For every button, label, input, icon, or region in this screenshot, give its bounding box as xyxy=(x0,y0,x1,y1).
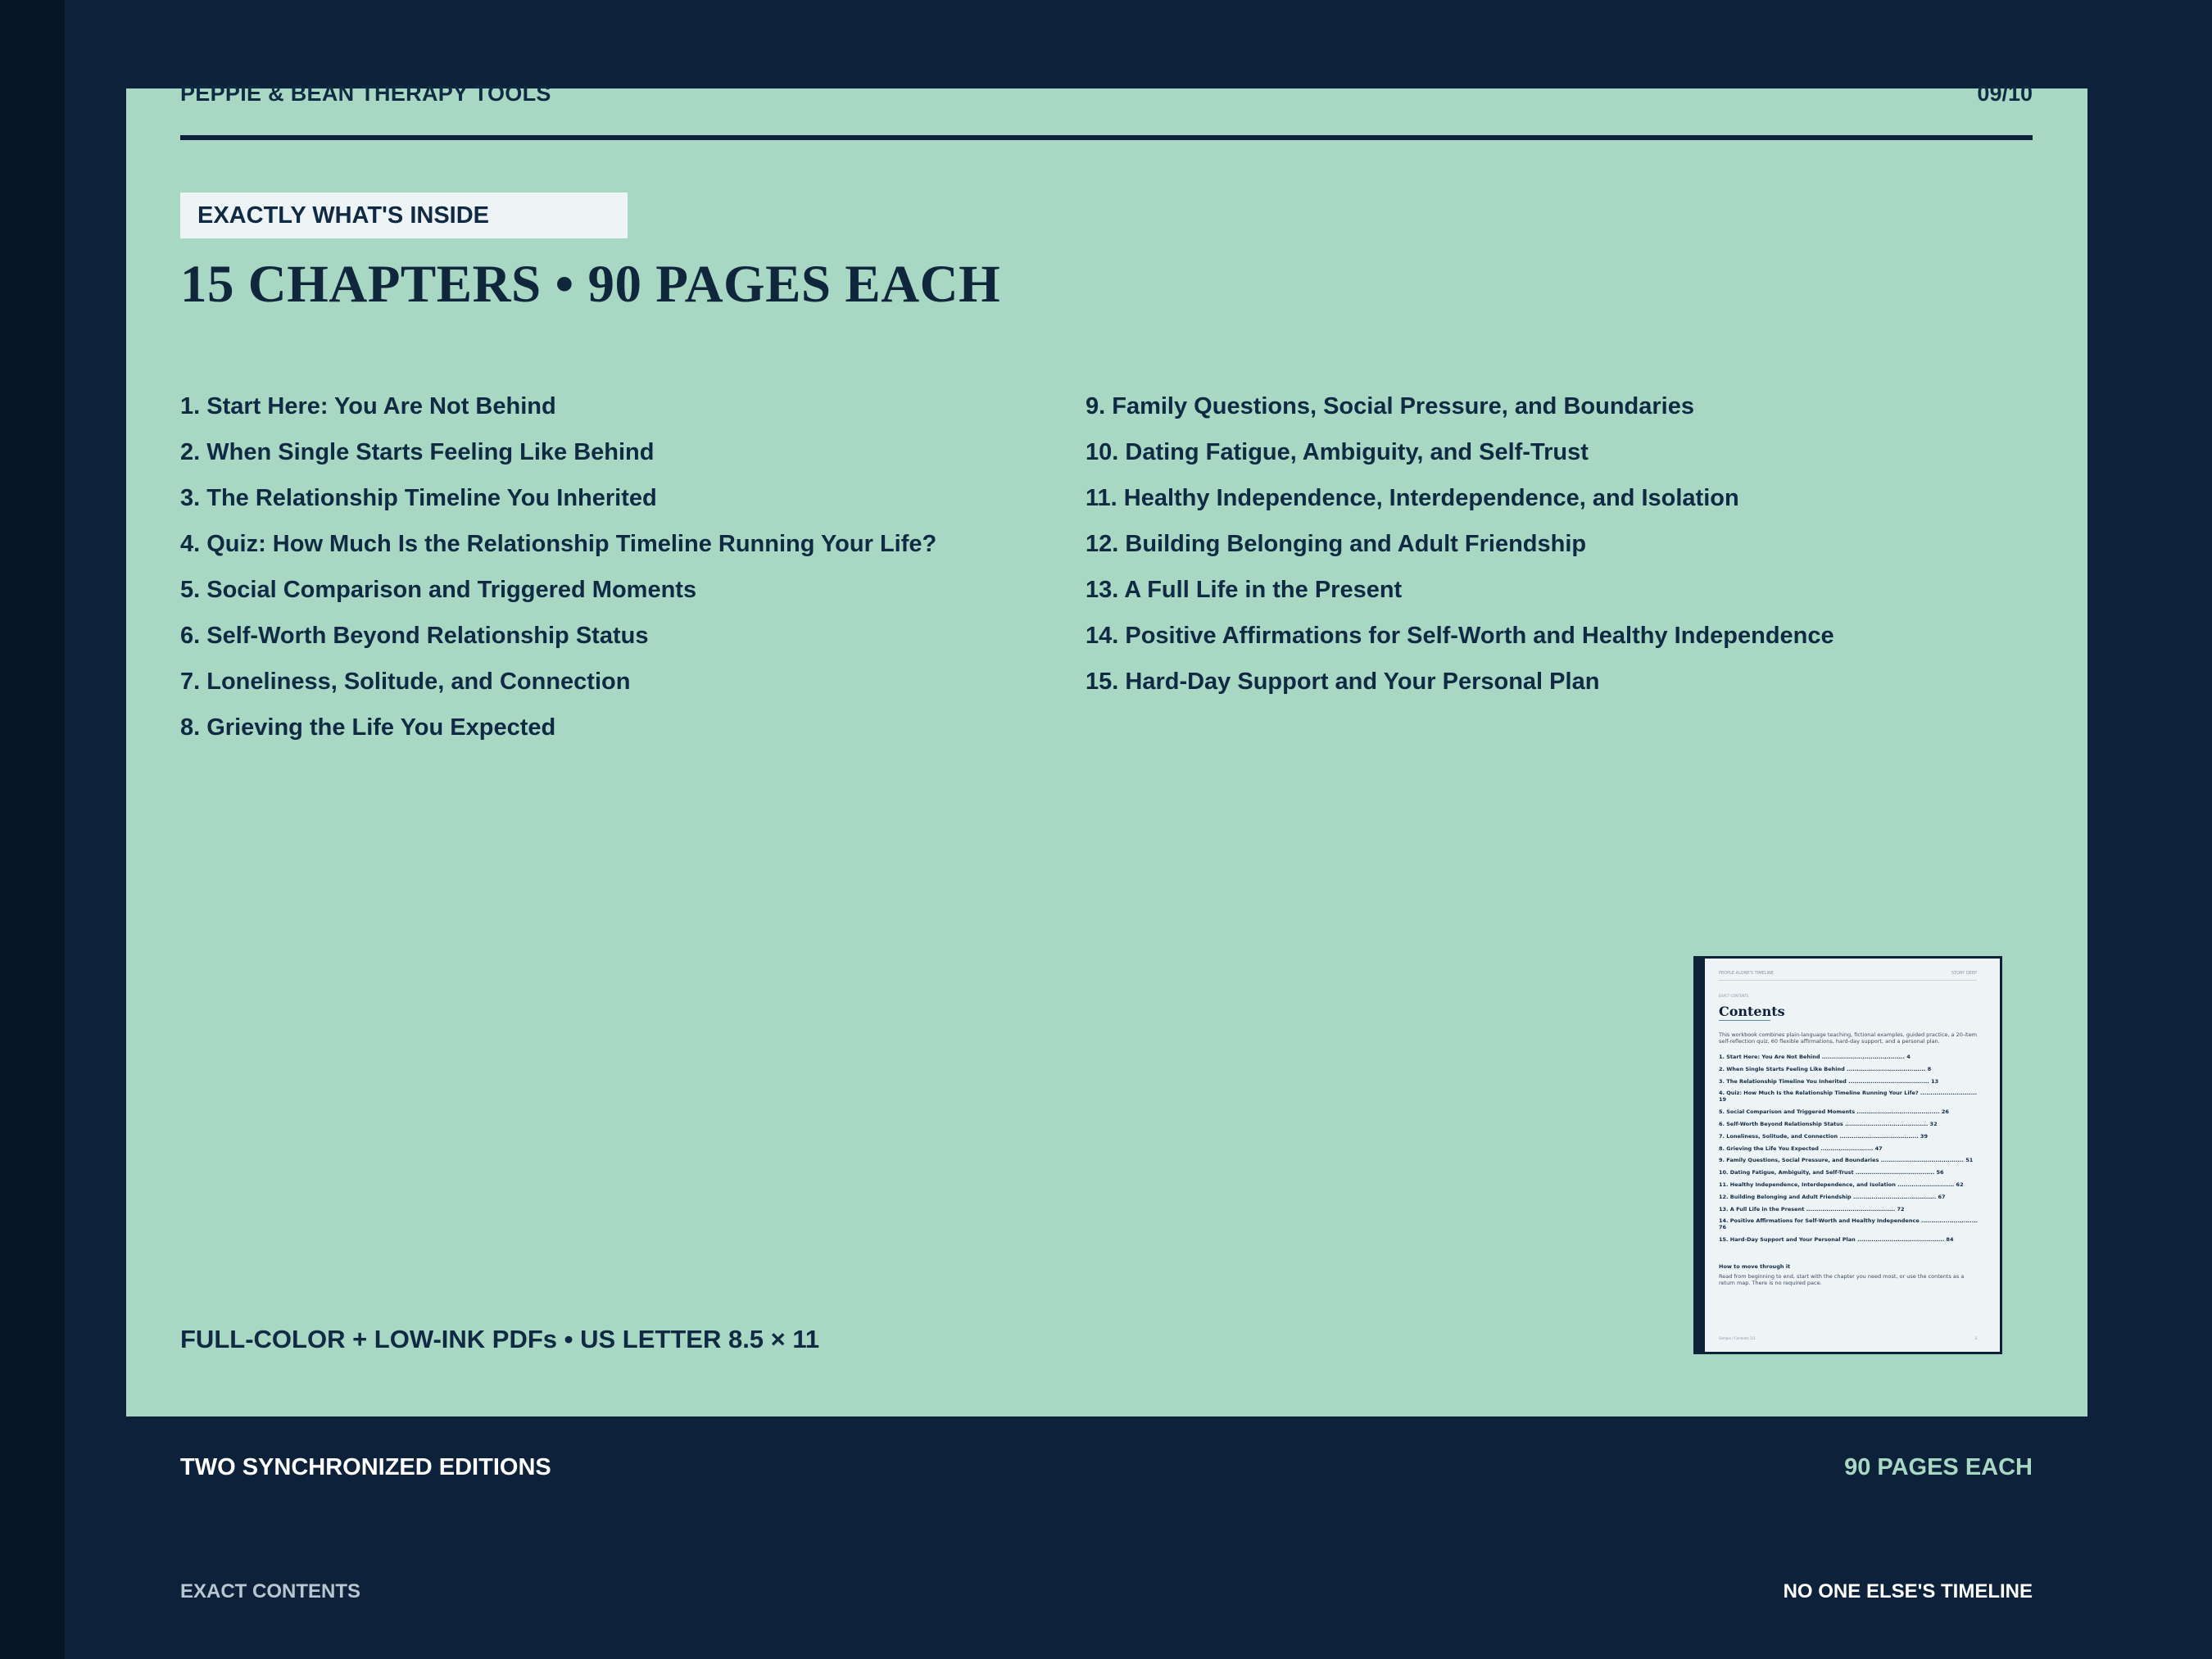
thumbnail-title: Contents xyxy=(1719,1004,1785,1019)
thumbnail-entry: 1. Start Here: You Are Not Behind ......… xyxy=(1719,1054,1911,1060)
thumbnail-footer-right: 3 xyxy=(1974,1336,1977,1340)
thumbnail-subhead: How to move through it xyxy=(1719,1263,1791,1270)
thumbnail-subtext: Read from beginning to end, start with t… xyxy=(1719,1273,1965,1286)
thumbnail-spine xyxy=(1696,959,1705,1352)
thumbnail-footer-left: Sample / Contents 1/1 xyxy=(1719,1336,1756,1340)
thumbnail-entry: 6. Self-Worth Beyond Relationship Status… xyxy=(1719,1120,1938,1127)
thumbnail-entry: 5. Social Comparison and Triggered Momen… xyxy=(1719,1108,1949,1116)
thumbnail-entry: 14. Positive Affirmations for Self-Worth… xyxy=(1719,1217,1979,1231)
chapter-item: 13. A Full Life in the Present xyxy=(1086,577,1403,603)
editions-label: TWO SYNCHRONIZED EDITIONS xyxy=(180,1454,551,1480)
footer-left-label: EXACT CONTENTS xyxy=(180,1580,361,1602)
pages-label: 90 PAGES EACH xyxy=(1844,1454,2033,1480)
chapter-item: 7. Loneliness, Solitude, and Connection xyxy=(180,669,631,695)
side-strip xyxy=(0,0,65,1659)
chapter-item: 4. Quiz: How Much Is the Relationship Ti… xyxy=(180,531,937,557)
headline: 15 CHAPTERS • 90 PAGES EACH xyxy=(180,255,1001,314)
thumbnail-entry: 12. Building Belonging and Adult Friends… xyxy=(1719,1193,1946,1200)
chapter-list-right: 9. Family Questions, Social Pressure, an… xyxy=(1086,390,1834,711)
chapter-item: 1. Start Here: You Are Not Behind xyxy=(180,393,556,419)
footer-right-label: NO ONE ELSE'S TIMELINE xyxy=(1783,1580,2033,1602)
chapter-item: 14. Positive Affirmations for Self-Worth… xyxy=(1086,623,1834,649)
chapter-item: 12. Building Belonging and Adult Friends… xyxy=(1086,531,1587,557)
contents-page-thumbnail: PEOPLE ALONE'S TIMELINE STORY DEEP EXACT… xyxy=(1693,956,2002,1354)
thumbnail-entry: 3. The Relationship Timeline You Inherit… xyxy=(1719,1077,1939,1085)
chapter-item: 9. Family Questions, Social Pressure, an… xyxy=(1086,393,1694,419)
chapter-item: 11. Healthy Independence, Interdependenc… xyxy=(1086,485,1739,511)
thumbnail-entry: 9. Family Questions, Social Pressure, an… xyxy=(1719,1157,1974,1164)
chapter-item: 8. Grieving the Life You Expected xyxy=(180,714,556,741)
format-line: FULL-COLOR + LOW-INK PDFs • US LETTER 8.… xyxy=(180,1325,820,1353)
thumbnail-entry: 10. Dating Fatigue, Ambiguity, and Self-… xyxy=(1719,1169,1944,1176)
thumbnail-entry: 7. Loneliness, Solitude, and Connection … xyxy=(1719,1132,1928,1140)
thumbnail-entry: 2. When Single Starts Feeling Like Behin… xyxy=(1719,1065,1932,1072)
section-tag: EXACTLY WHAT'S INSIDE xyxy=(180,193,628,238)
page-number: 09/10 xyxy=(1977,81,2033,106)
thumbnail-eyebrow: EXACT CONTENTS xyxy=(1719,994,1749,998)
chapter-item: 3. The Relationship Timeline You Inherit… xyxy=(180,485,657,511)
chapter-item: 5. Social Comparison and Triggered Momen… xyxy=(180,577,697,603)
thumbnail-intro: This workbook combines plain-language te… xyxy=(1719,1031,1977,1045)
thumbnail-entry: 13. A Full Life in the Present .........… xyxy=(1719,1205,1905,1213)
thumbnail-contents-list: 1. Start Here: You Are Not Behind ......… xyxy=(1719,1054,1979,1249)
thumbnail-header-right: STORY DEEP xyxy=(1951,971,1977,976)
chapter-item: 2. When Single Starts Feeling Like Behin… xyxy=(180,439,655,465)
thumbnail-entry: 15. Hard-Day Support and Your Personal P… xyxy=(1719,1236,1954,1244)
thumbnail-title-underline xyxy=(1719,1020,1770,1021)
thumbnail-divider xyxy=(1719,980,1977,981)
thumbnail-header: PEOPLE ALONE'S TIMELINE STORY DEEP xyxy=(1719,971,1977,976)
chapter-item: 15. Hard-Day Support and Your Personal P… xyxy=(1086,669,1600,695)
thumbnail-header-left: PEOPLE ALONE'S TIMELINE xyxy=(1719,971,1774,976)
thumbnail-entry: 8. Grieving the Life You Expected ......… xyxy=(1719,1145,1883,1152)
chapter-list-left: 1. Start Here: You Are Not Behind 2. Whe… xyxy=(180,390,936,757)
thumbnail-entry: 11. Healthy Independence, Interdependenc… xyxy=(1719,1181,1964,1188)
chapter-item: 6. Self-Worth Beyond Relationship Status xyxy=(180,623,649,649)
thumbnail-entry: 4. Quiz: How Much Is the Relationship Ti… xyxy=(1719,1090,1978,1104)
header-divider xyxy=(180,135,2033,140)
brand-label: PEPPIE & BEAN THERAPY TOOLS xyxy=(180,81,551,106)
chapter-item: 10. Dating Fatigue, Ambiguity, and Self-… xyxy=(1086,439,1589,465)
